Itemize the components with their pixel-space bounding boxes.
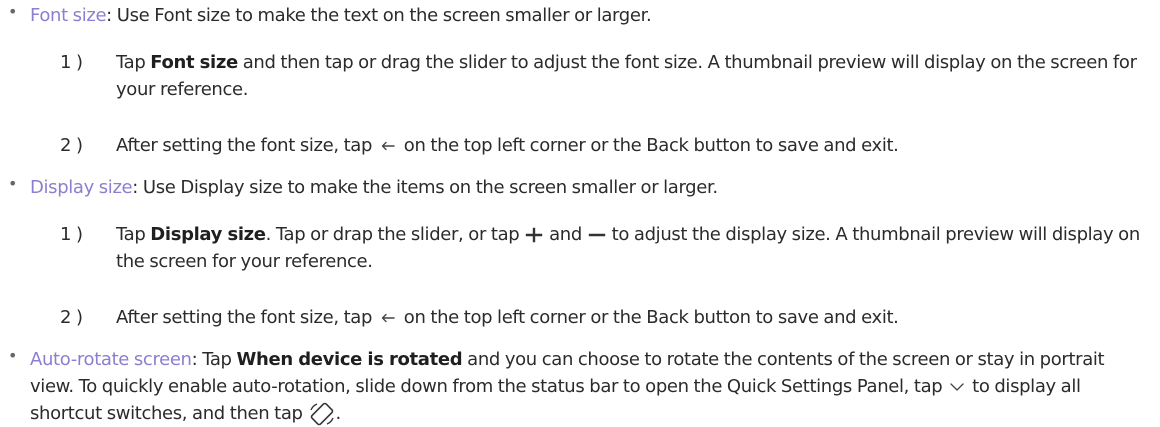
bullet-auto-rotate-text: Auto-rotate screen: Tap When device is r… bbox=[30, 346, 1150, 427]
step-number: 2 ) bbox=[60, 307, 83, 328]
step-text-mid: . Tap or drap the slider, or tap bbox=[265, 224, 525, 245]
step-text-pre: Tap bbox=[116, 224, 151, 245]
bullet-dot: • bbox=[8, 2, 18, 21]
help-document: • Font size: Use Font size to make the t… bbox=[0, 0, 1160, 426]
step-number: 2 ) bbox=[60, 135, 83, 156]
font-size-step-2: 2 ) After setting the font size, tap on … bbox=[60, 132, 1150, 159]
step-text-pre: After setting the font size, tap bbox=[116, 307, 377, 328]
font-size-step-1-text: Tap Font size and then tap or drag the s… bbox=[116, 49, 1150, 103]
bullet-auto-rotate: • Auto-rotate screen: Tap When device is… bbox=[8, 346, 1150, 427]
step-text-post: on the top left corner or the Back butto… bbox=[398, 307, 899, 328]
bullet-display-size: • Display size: Use Display size to make… bbox=[8, 174, 1150, 201]
minus-icon bbox=[587, 227, 607, 243]
auto-rotate-text-pre: : Tap bbox=[191, 349, 237, 370]
font-size-bold: Font size bbox=[150, 52, 238, 73]
step-number: 1 ) bbox=[60, 52, 83, 73]
auto-rotate-icon bbox=[308, 401, 336, 427]
chevron-down-icon bbox=[947, 381, 967, 393]
step-number: 1 ) bbox=[60, 224, 83, 245]
bullet-font-size-text: Font size: Use Font size to make the tex… bbox=[30, 2, 1150, 29]
plus-icon bbox=[524, 227, 544, 243]
display-size-step-2-text: After setting the font size, tap on the … bbox=[116, 304, 1150, 331]
when-device-rotated-bold: When device is rotated bbox=[236, 349, 463, 370]
bullet-dot: • bbox=[8, 174, 18, 193]
display-size-step-1-text: Tap Display size. Tap or drap the slider… bbox=[116, 221, 1150, 275]
font-size-step-2-text: After setting the font size, tap on the … bbox=[116, 132, 1150, 159]
step-text-post: on the top left corner or the Back butto… bbox=[398, 135, 899, 156]
step-text-pre: After setting the font size, tap bbox=[116, 135, 377, 156]
bullet-font-size: • Font size: Use Font size to make the t… bbox=[8, 2, 1150, 29]
back-arrow-icon bbox=[377, 311, 399, 325]
step-text-post: and then tap or drag the slider to adjus… bbox=[116, 52, 1137, 100]
bullet-display-size-text: Display size: Use Display size to make t… bbox=[30, 174, 1150, 201]
step-text-mid: and bbox=[544, 224, 587, 245]
term-font-size[interactable]: Font size bbox=[30, 5, 107, 26]
display-size-bold: Display size bbox=[150, 224, 266, 245]
back-arrow-icon bbox=[377, 139, 399, 153]
display-size-step-2: 2 ) After setting the font size, tap on … bbox=[60, 304, 1150, 331]
term-display-size[interactable]: Display size bbox=[30, 177, 133, 198]
display-size-description: : Use Display size to make the items on … bbox=[132, 177, 718, 198]
font-size-step-1: 1 ) Tap Font size and then tap or drag t… bbox=[60, 49, 1150, 103]
display-size-step-1: 1 ) Tap Display size. Tap or drap the sl… bbox=[60, 221, 1150, 275]
font-size-description: : Use Font size to make the text on the … bbox=[106, 5, 652, 26]
bullet-dot: • bbox=[8, 346, 18, 365]
term-auto-rotate[interactable]: Auto-rotate screen bbox=[30, 349, 192, 370]
step-text-pre: Tap bbox=[116, 52, 151, 73]
